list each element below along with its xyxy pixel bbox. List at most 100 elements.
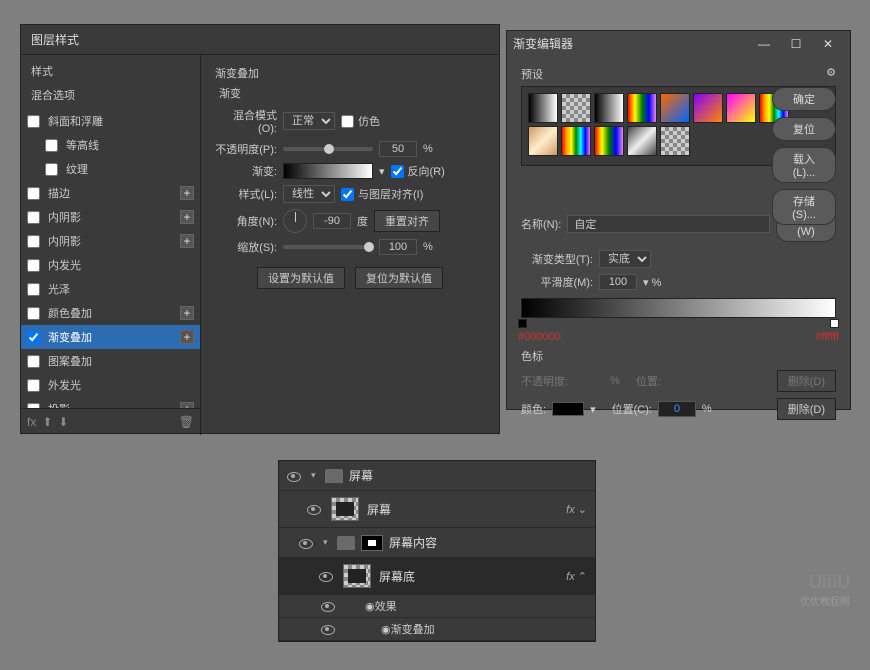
gradient-overlay-panel: 渐变叠加 渐变 混合模式(O): 正常 仿色 不透明度(P): % 渐变: ▾ … — [201, 55, 499, 435]
minimize-icon[interactable]: — — [748, 37, 780, 51]
visibility-icon[interactable] — [321, 599, 335, 613]
layer-folder[interactable]: ▾ 屏幕内容 — [279, 528, 595, 558]
reset-default-button[interactable]: 复位为默认值 — [355, 267, 443, 289]
fx-icon[interactable]: fx — [27, 415, 36, 429]
style-checkbox[interactable] — [27, 187, 40, 200]
load-button[interactable]: 载入(L)... — [772, 147, 836, 183]
style-checkbox[interactable] — [27, 283, 40, 296]
preset-swatch[interactable] — [726, 93, 756, 123]
color-stop-left[interactable] — [518, 319, 527, 328]
effect-item[interactable]: ◉ 渐变叠加 — [279, 618, 595, 641]
trash-icon[interactable]: 🗑 — [179, 415, 194, 429]
style-item[interactable]: 投影+ — [21, 397, 200, 408]
color-stop-right[interactable] — [830, 319, 839, 328]
angle-dial[interactable] — [283, 209, 307, 233]
preset-swatch[interactable] — [561, 126, 591, 156]
presets-menu-icon[interactable]: ⚙ — [826, 66, 836, 82]
position-input[interactable] — [658, 401, 696, 417]
style-item[interactable]: 渐变叠加+ — [21, 325, 200, 349]
name-input[interactable] — [567, 215, 770, 233]
layer-item[interactable]: 屏幕 fx ⌄ — [279, 491, 595, 528]
close-icon[interactable]: ✕ — [812, 37, 844, 51]
visibility-icon[interactable] — [307, 502, 321, 516]
gradient-preview[interactable] — [283, 163, 373, 179]
style-item[interactable]: 外发光 — [21, 373, 200, 397]
style-checkbox[interactable] — [45, 139, 58, 152]
preset-swatch[interactable] — [660, 93, 690, 123]
reset-button[interactable]: 复位 — [772, 117, 836, 141]
style-checkbox[interactable] — [27, 259, 40, 272]
effects-row[interactable]: ◉ 效果 — [279, 595, 595, 618]
down-icon[interactable]: ⬇ — [58, 415, 68, 429]
watermark: UiiiU 优优教程网 — [800, 572, 850, 608]
add-effect-icon[interactable]: + — [180, 330, 194, 344]
preset-swatch[interactable] — [594, 126, 624, 156]
maximize-icon[interactable]: ☐ — [780, 37, 812, 51]
fx-badge[interactable]: fx ⌃ — [566, 570, 587, 583]
opacity-input[interactable] — [379, 141, 417, 157]
align-checkbox[interactable] — [341, 188, 354, 201]
visibility-icon[interactable] — [299, 536, 313, 550]
style-checkbox[interactable] — [27, 211, 40, 224]
reset-align-button[interactable]: 重置对齐 — [374, 210, 440, 232]
preset-swatch[interactable] — [594, 93, 624, 123]
add-effect-icon[interactable]: + — [180, 186, 194, 200]
style-item[interactable]: 光泽 — [21, 277, 200, 301]
style-checkbox[interactable] — [45, 163, 58, 176]
style-checkbox[interactable] — [27, 355, 40, 368]
preset-swatch[interactable] — [528, 126, 558, 156]
style-item[interactable]: 颜色叠加+ — [21, 301, 200, 325]
add-effect-icon[interactable]: + — [180, 210, 194, 224]
scale-slider[interactable] — [283, 245, 373, 249]
style-item[interactable]: 斜面和浮雕 — [21, 109, 200, 133]
preset-swatch[interactable] — [528, 93, 558, 123]
style-checkbox[interactable] — [27, 331, 40, 344]
type-select[interactable]: 实底 — [599, 250, 651, 268]
delete-stop-button[interactable]: 删除(D) — [777, 370, 836, 392]
layer-item[interactable]: 屏幕底 fx ⌃ — [279, 558, 595, 595]
preset-swatch[interactable] — [561, 93, 591, 123]
color-well[interactable] — [552, 402, 584, 416]
style-checkbox[interactable] — [27, 235, 40, 248]
fx-badge[interactable]: fx ⌄ — [566, 503, 587, 516]
style-checkbox[interactable] — [27, 379, 40, 392]
blend-options[interactable]: 混合选项 — [21, 83, 200, 109]
style-item[interactable]: 内阴影+ — [21, 229, 200, 253]
angle-input[interactable] — [313, 213, 351, 229]
style-select[interactable]: 线性 — [283, 185, 335, 203]
smooth-input[interactable] — [599, 274, 637, 290]
add-effect-icon[interactable]: + — [180, 306, 194, 320]
style-item[interactable]: 等高线 — [21, 133, 200, 157]
preset-swatch[interactable] — [693, 93, 723, 123]
style-item[interactable]: 图案叠加 — [21, 349, 200, 373]
preset-swatch[interactable] — [660, 126, 690, 156]
style-checkbox[interactable] — [27, 115, 40, 128]
style-checkbox[interactable] — [27, 403, 40, 409]
up-icon[interactable]: ⬆ — [42, 415, 52, 429]
disclosure-icon[interactable]: ▾ — [311, 470, 321, 481]
ok-button[interactable]: 确定 — [772, 87, 836, 111]
gradient-edit-bar[interactable]: #000000 #ffffff — [521, 298, 836, 318]
dither-checkbox[interactable] — [341, 115, 354, 128]
preset-swatch[interactable] — [627, 93, 657, 123]
add-effect-icon[interactable]: + — [180, 402, 194, 408]
style-checkbox[interactable] — [27, 307, 40, 320]
save-button[interactable]: 存储(S)... — [772, 189, 836, 225]
visibility-icon[interactable] — [319, 569, 333, 583]
visibility-icon[interactable] — [287, 469, 301, 483]
style-item[interactable]: 描边+ — [21, 181, 200, 205]
make-default-button[interactable]: 设置为默认值 — [257, 267, 345, 289]
disclosure-icon[interactable]: ▾ — [323, 537, 333, 548]
visibility-icon[interactable] — [321, 622, 335, 636]
opacity-slider[interactable] — [283, 147, 373, 151]
reverse-checkbox[interactable] — [391, 165, 404, 178]
preset-swatch[interactable] — [627, 126, 657, 156]
blend-mode-select[interactable]: 正常 — [283, 112, 335, 130]
style-item[interactable]: 纹理 — [21, 157, 200, 181]
style-item[interactable]: 内阴影+ — [21, 205, 200, 229]
layer-folder[interactable]: ▾ 屏幕 — [279, 461, 595, 491]
add-effect-icon[interactable]: + — [180, 234, 194, 248]
scale-input[interactable] — [379, 239, 417, 255]
delete-color-button[interactable]: 删除(D) — [777, 398, 836, 420]
style-item[interactable]: 内发光 — [21, 253, 200, 277]
